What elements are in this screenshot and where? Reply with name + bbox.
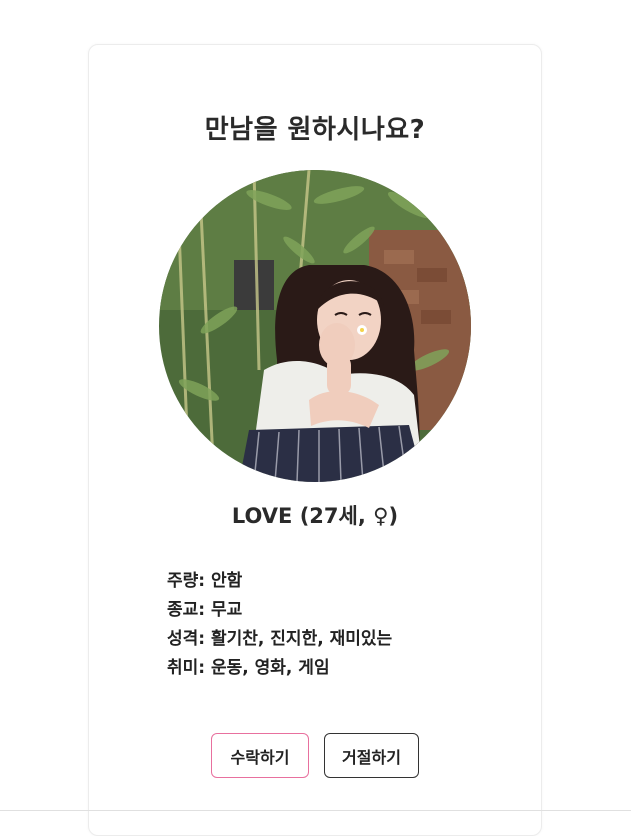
profile-name: LOVE (27세, ♀) [231, 504, 399, 528]
profile-photo-image [159, 170, 471, 482]
match-request-card: 만남을 원하시나요? LOVE (27세, ♀) 주량: 안함 종교: 무교 성… [88, 44, 542, 836]
detail-drinking: 주량: 안함 [167, 571, 243, 591]
profile-photo [159, 170, 471, 482]
detail-personality: 성격: 활기찬, 진지한, 재미있는 [167, 629, 393, 649]
reject-button[interactable]: 거절하기 [324, 733, 419, 778]
page-divider [0, 810, 631, 811]
profile-details: 주량: 안함 종교: 무교 성격: 활기찬, 진지한, 재미있는 취미: 운동,… [167, 567, 392, 683]
page-title: 만남을 원하시나요? [204, 115, 426, 145]
accept-button[interactable]: 수락하기 [211, 733, 309, 778]
detail-hobbies: 취미: 운동, 영화, 게임 [167, 658, 330, 678]
detail-religion: 종교: 무교 [167, 600, 243, 620]
